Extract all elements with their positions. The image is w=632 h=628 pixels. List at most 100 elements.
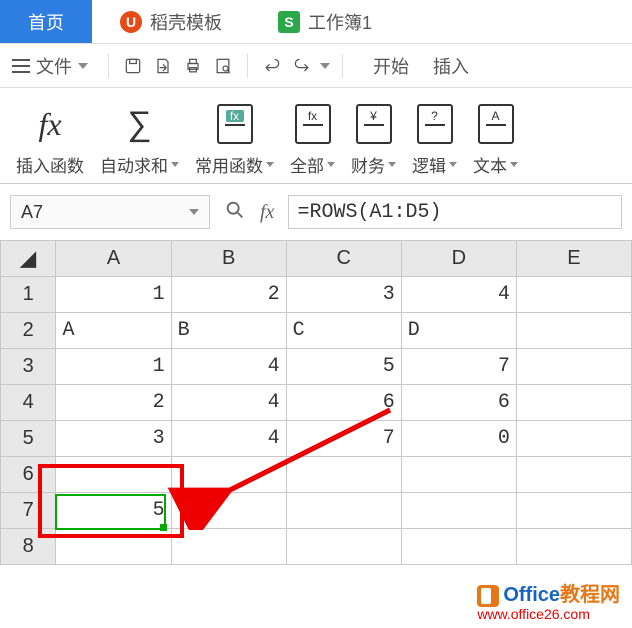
chevron-down-icon [189, 209, 199, 215]
col-header-B[interactable]: B [171, 241, 286, 277]
cell-D4[interactable]: 6 [401, 385, 516, 421]
finance-functions-button[interactable]: ¥ 财务 [345, 102, 402, 177]
cell-E2[interactable] [516, 313, 631, 349]
preview-icon[interactable] [211, 54, 235, 78]
cell-D2[interactable]: D [401, 313, 516, 349]
cell-E6[interactable] [516, 457, 631, 493]
logic-functions-button[interactable]: ? 逻辑 [406, 102, 463, 177]
chevron-down-icon [510, 162, 518, 167]
insert-function-button[interactable]: fx 插入函数 [10, 102, 90, 177]
watermark-icon [477, 585, 499, 607]
cell-C6[interactable] [286, 457, 401, 493]
col-header-C[interactable]: C [286, 241, 401, 277]
cell-B2[interactable]: B [171, 313, 286, 349]
ribbon-tab-insert[interactable]: 插入 [433, 53, 469, 79]
redo-icon[interactable] [290, 54, 314, 78]
chevron-down-icon [78, 63, 88, 69]
row-header-1[interactable]: 1 [1, 277, 56, 313]
cell-D3[interactable]: 7 [401, 349, 516, 385]
book-all-icon: fx [295, 104, 331, 144]
col-header-A[interactable]: A [56, 241, 171, 277]
tab-workbook-label: 工作簿1 [308, 9, 372, 35]
chevron-down-icon[interactable] [320, 63, 330, 69]
select-all-corner[interactable]: ◢ [1, 241, 56, 277]
cell-E1[interactable] [516, 277, 631, 313]
all-functions-button[interactable]: fx 全部 [284, 102, 341, 177]
tab-home[interactable]: 首页 [0, 0, 92, 43]
cell-A5[interactable]: 3 [56, 421, 171, 457]
cell-E3[interactable] [516, 349, 631, 385]
row-header-8[interactable]: 8 [1, 529, 56, 565]
cell-D6[interactable] [401, 457, 516, 493]
export-icon[interactable] [151, 54, 175, 78]
sigma-icon: ∑ [127, 105, 151, 144]
chevron-down-icon [388, 162, 396, 167]
cell-C8[interactable] [286, 529, 401, 565]
name-box[interactable]: A7 [10, 195, 210, 229]
print-icon[interactable] [181, 54, 205, 78]
cell-A1[interactable]: 1 [56, 277, 171, 313]
cell-B4[interactable]: 4 [171, 385, 286, 421]
tab-workbook[interactable]: S 工作簿1 [250, 0, 400, 43]
chevron-down-icon [171, 162, 179, 167]
text-functions-button[interactable]: A 文本 [467, 102, 524, 177]
cell-B5[interactable]: 4 [171, 421, 286, 457]
autosum-button[interactable]: ∑ 自动求和 [94, 102, 185, 177]
tab-docer[interactable]: U 稻壳模板 [92, 0, 250, 43]
cell-B1[interactable]: 2 [171, 277, 286, 313]
workbook-icon: S [278, 11, 300, 33]
cell-E7[interactable] [516, 493, 631, 529]
common-functions-button[interactable]: fx 常用函数 [189, 102, 280, 177]
cell-C2[interactable]: C [286, 313, 401, 349]
cell-A7[interactable]: 5 [56, 493, 171, 529]
cell-D7[interactable] [401, 493, 516, 529]
watermark: Office教程网 www.office26.com [477, 584, 620, 622]
cell-D1[interactable]: 4 [401, 277, 516, 313]
cell-C5[interactable]: 7 [286, 421, 401, 457]
zoom-icon[interactable] [224, 199, 246, 226]
cell-B3[interactable]: 4 [171, 349, 286, 385]
cell-A4[interactable]: 2 [56, 385, 171, 421]
row-header-5[interactable]: 5 [1, 421, 56, 457]
col-header-D[interactable]: D [401, 241, 516, 277]
row-header-2[interactable]: 2 [1, 313, 56, 349]
all-functions-label: 全部 [290, 152, 324, 177]
chevron-down-icon [449, 162, 457, 167]
cell-E8[interactable] [516, 529, 631, 565]
cell-B7[interactable] [171, 493, 286, 529]
row-header-6[interactable]: 6 [1, 457, 56, 493]
cell-C4[interactable]: 6 [286, 385, 401, 421]
file-menu[interactable]: 文件 [12, 53, 88, 79]
insert-function-label: 插入函数 [16, 152, 84, 177]
ribbon-tab-start[interactable]: 开始 [373, 53, 409, 79]
col-header-E[interactable]: E [516, 241, 631, 277]
window-tabs: 首页 U 稻壳模板 S 工作簿1 [0, 0, 632, 44]
cell-E4[interactable] [516, 385, 631, 421]
cell-D8[interactable] [401, 529, 516, 565]
grid-table[interactable]: ◢ A B C D E 1 1 2 3 4 2 A B C D 3 1 4 5 … [0, 240, 632, 565]
book-logic-icon: ? [417, 104, 453, 144]
row-header-3[interactable]: 3 [1, 349, 56, 385]
fx-button[interactable]: fx [260, 201, 274, 224]
row-header-7[interactable]: 7 [1, 493, 56, 529]
separator [247, 54, 248, 78]
spreadsheet: ◢ A B C D E 1 1 2 3 4 2 A B C D 3 1 4 5 … [0, 240, 632, 565]
row-header-4[interactable]: 4 [1, 385, 56, 421]
cell-A3[interactable]: 1 [56, 349, 171, 385]
cell-C3[interactable]: 5 [286, 349, 401, 385]
cell-A6[interactable] [56, 457, 171, 493]
cell-A8[interactable] [56, 529, 171, 565]
hamburger-icon [12, 59, 30, 73]
formula-input[interactable]: =ROWS(A1:D5) [288, 195, 622, 229]
cell-E5[interactable] [516, 421, 631, 457]
cell-C1[interactable]: 3 [286, 277, 401, 313]
cell-D5[interactable]: 0 [401, 421, 516, 457]
undo-icon[interactable] [260, 54, 284, 78]
cell-B8[interactable] [171, 529, 286, 565]
cell-C7[interactable] [286, 493, 401, 529]
autosum-label: 自动求和 [100, 152, 168, 177]
cell-B6[interactable] [171, 457, 286, 493]
cell-A2[interactable]: A [56, 313, 171, 349]
save-icon[interactable] [121, 54, 145, 78]
book-fx-icon: fx [217, 104, 253, 144]
